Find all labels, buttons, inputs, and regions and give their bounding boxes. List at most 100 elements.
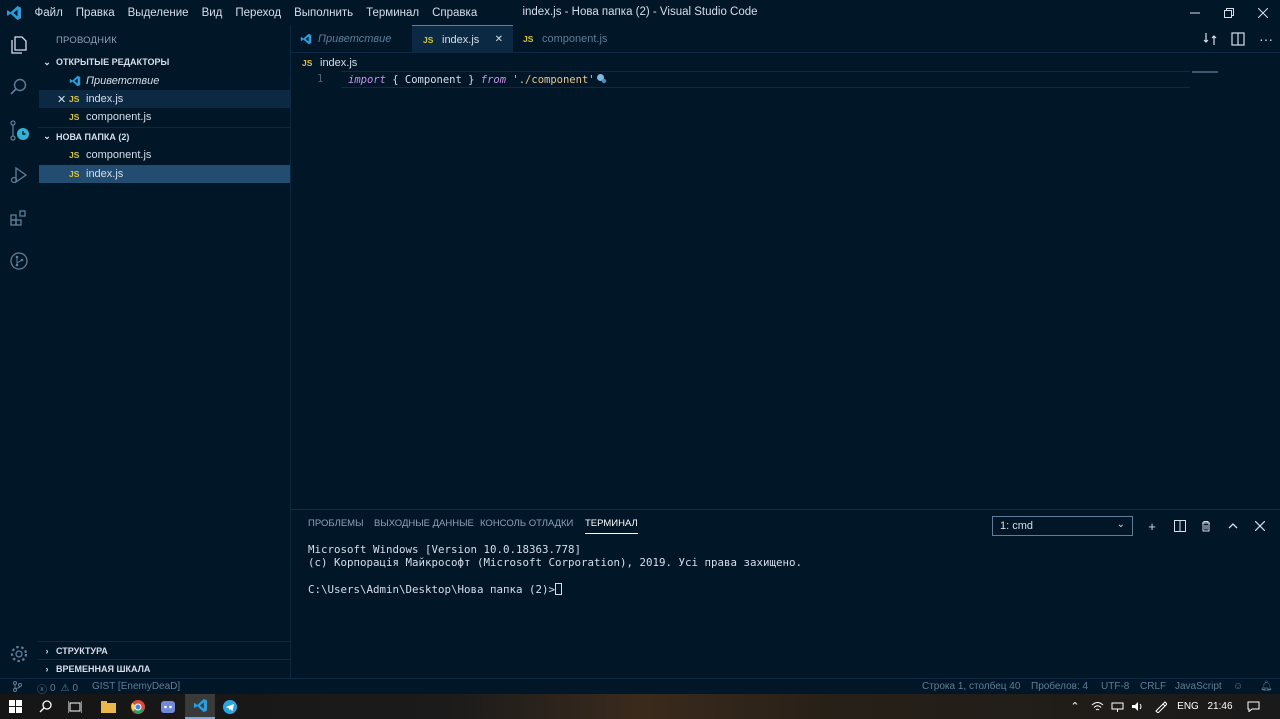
tab-welcome[interactable]: Приветствие — [291, 25, 412, 53]
close-window-button[interactable] — [1246, 0, 1280, 25]
chevron-down-icon: ⌄ — [43, 131, 51, 141]
cursor-position[interactable]: Строка 1, столбец 40 — [922, 681, 1020, 692]
file-index[interactable]: JS index.js — [39, 165, 290, 183]
feedback-icon[interactable]: ☺ — [1233, 681, 1243, 692]
menu-view[interactable]: Вид — [195, 7, 229, 19]
trash-icon[interactable] — [1195, 516, 1217, 536]
file-label: index.js — [86, 168, 124, 180]
telegram-icon[interactable] — [215, 694, 245, 719]
status-bar: ⓧ 0 ⚠ 0 GIST [EnemyDeaD] Строка 1, столб… — [0, 678, 1280, 696]
source-control-icon[interactable] — [0, 111, 38, 151]
close-icon[interactable]: ✕ — [57, 93, 69, 106]
clock[interactable]: 21:46 — [1203, 694, 1237, 719]
menu-run[interactable]: Выполнить — [288, 7, 360, 19]
lightbulb-icon[interactable] — [596, 73, 607, 87]
open-editor-index[interactable]: ✕ JS index.js — [39, 90, 290, 108]
code-line[interactable]: import { Component } from './component' — [348, 73, 607, 87]
chevron-right-icon: › — [45, 645, 49, 656]
outline-header[interactable]: › СТРУКТУРА — [38, 641, 290, 659]
tray-chevron-up-icon[interactable]: ⌃ — [1063, 694, 1087, 719]
close-panel-icon[interactable] — [1249, 516, 1271, 536]
pen-icon[interactable] — [1149, 694, 1171, 719]
split-terminal-icon[interactable] — [1169, 516, 1191, 536]
menu-selection[interactable]: Выделение — [121, 7, 195, 19]
menu-terminal[interactable]: Терминал — [360, 7, 426, 19]
run-debug-icon[interactable] — [0, 155, 38, 195]
gist-status[interactable]: GIST [EnemyDeaD] — [92, 681, 180, 692]
language-mode[interactable]: JavaScript — [1175, 681, 1222, 692]
indentation-status[interactable]: Пробелов: 4 — [1031, 681, 1088, 692]
eol-status[interactable]: CRLF — [1140, 681, 1166, 692]
split-editor-icon[interactable] — [1224, 25, 1252, 53]
js-file-icon: JS — [523, 34, 534, 44]
js-file-icon: JS — [69, 150, 80, 160]
timeline-header[interactable]: › ВРЕМЕННАЯ ШКАЛА — [38, 659, 290, 677]
compare-changes-icon[interactable] — [1196, 25, 1224, 53]
search-icon[interactable] — [0, 67, 38, 107]
encoding-status[interactable]: UTF-8 — [1101, 681, 1129, 692]
tab-terminal[interactable]: ТЕРМИНАЛ — [585, 518, 638, 534]
wifi-icon[interactable] — [1087, 694, 1107, 719]
terminal-select-value: 1: cmd — [1000, 520, 1034, 532]
open-editor-label: Приветствие — [86, 75, 160, 87]
action-center-icon[interactable] — [1240, 694, 1266, 719]
js-file-icon: JS — [69, 112, 80, 122]
language-indicator[interactable]: ENG — [1173, 694, 1203, 719]
file-component[interactable]: JS component.js — [39, 146, 290, 164]
extensions-icon[interactable] — [0, 198, 38, 238]
open-editor-label: component.js — [86, 111, 152, 123]
files-icon[interactable] — [0, 25, 38, 65]
explorer-sidebar: ПРОВОДНИК ⌄ ОТКРЫТЫЕ РЕДАКТОРЫ Приветств… — [38, 25, 291, 678]
keyword-import: import — [348, 74, 386, 86]
file-label: component.js — [86, 149, 152, 161]
terminal-prompt-line[interactable]: C:\Users\Admin\Desktop\Нова папка (2)> — [308, 583, 563, 596]
new-terminal-icon[interactable]: + — [1141, 516, 1163, 536]
tab-label: component.js — [542, 33, 608, 45]
open-editors-header[interactable]: ⌄ ОТКРЫТЫЕ РЕДАКТОРЫ — [38, 53, 290, 71]
chrome-icon[interactable] — [123, 694, 153, 719]
tab-component[interactable]: JS component.js — [513, 25, 629, 53]
minimap[interactable] — [1192, 71, 1218, 73]
restore-button[interactable] — [1212, 0, 1246, 25]
vscode-taskbar-icon[interactable] — [185, 694, 215, 719]
outline-label: СТРУКТУРА — [56, 645, 108, 656]
menu-edit[interactable]: Правка — [69, 7, 121, 19]
js-file-icon: JS — [302, 58, 313, 68]
open-editor-welcome[interactable]: Приветствие — [39, 72, 290, 90]
menu-go[interactable]: Переход — [229, 7, 288, 19]
identifier: Component — [404, 74, 462, 86]
folder-header[interactable]: ⌄ НОВА ПАПКА (2) — [38, 127, 290, 145]
remote-icon[interactable] — [12, 681, 22, 695]
tab-debug-console[interactable]: КОНСОЛЬ ОТЛАДКИ — [480, 518, 573, 529]
close-tab-icon[interactable]: ✕ — [495, 34, 503, 45]
file-explorer-icon[interactable] — [93, 694, 123, 719]
menu-help[interactable]: Справка — [426, 7, 484, 19]
line-number: 1 — [317, 73, 324, 85]
open-editor-component[interactable]: JS component.js — [39, 108, 290, 126]
volume-icon[interactable] — [1127, 694, 1147, 719]
network-icon[interactable] — [1107, 694, 1127, 719]
code-editor[interactable]: 1 import { Component } from './component… — [291, 71, 1280, 509]
settings-gear-icon[interactable] — [0, 634, 38, 674]
more-actions-icon[interactable]: ··· — [1252, 25, 1280, 53]
tab-output[interactable]: ВЫХОДНЫЕ ДАННЫЕ — [374, 518, 474, 529]
terminal-select[interactable]: 1: cmd ⌄ — [992, 516, 1133, 536]
breadcrumb-file[interactable]: index.js — [320, 57, 357, 69]
editor-tabs: Приветствие JS index.js ✕ JS component.j… — [291, 25, 1280, 53]
discord-icon[interactable] — [153, 694, 183, 719]
git-graph-icon[interactable] — [0, 241, 38, 281]
notifications-icon[interactable]: 🔔︎ — [1260, 681, 1273, 692]
windows-start-icon[interactable] — [0, 694, 30, 719]
terminal-cursor — [555, 583, 563, 595]
menu-file[interactable]: Файл — [28, 7, 69, 19]
breadcrumb: JS index.js — [302, 55, 357, 71]
vscode-icon — [69, 75, 83, 87]
tab-problems[interactable]: ПРОБЛЕМЫ — [308, 518, 363, 529]
editor-actions: ··· — [1196, 25, 1280, 53]
task-view-icon[interactable] — [60, 694, 90, 719]
warning-icon: ⚠ — [60, 683, 70, 694]
minimize-button[interactable] — [1178, 0, 1212, 25]
search-icon[interactable] — [30, 694, 60, 719]
maximize-panel-icon[interactable] — [1222, 516, 1244, 536]
tab-index[interactable]: JS index.js ✕ — [412, 25, 513, 53]
